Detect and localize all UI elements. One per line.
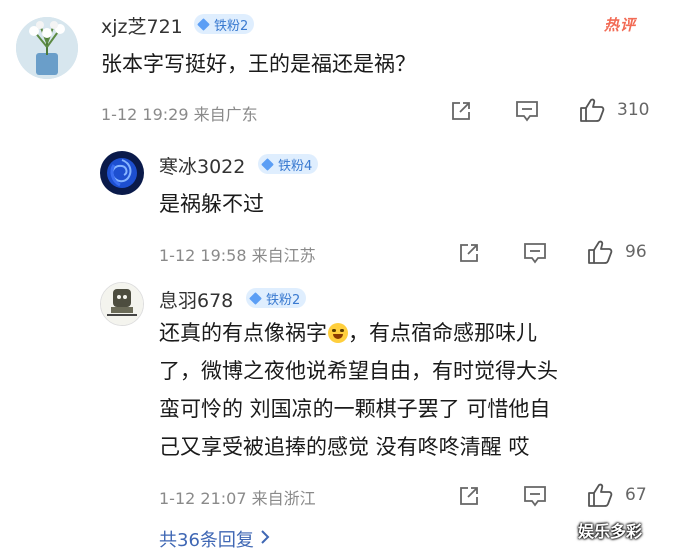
share-icon[interactable]: [457, 241, 481, 265]
like-icon[interactable]: [586, 239, 614, 265]
avatar[interactable]: [100, 151, 144, 195]
avatar[interactable]: [16, 17, 78, 79]
avatar[interactable]: [100, 282, 144, 326]
share-icon[interactable]: [457, 484, 481, 508]
fan-badge: 铁粉2: [194, 14, 255, 34]
chevron-right-icon: [260, 529, 270, 550]
like-count: 67: [625, 485, 647, 505]
reply-text: 是祸躲不过: [159, 192, 264, 216]
laugh-cry-emoji-icon: [328, 323, 348, 343]
time-location: 1-12 19:58 来自江苏: [159, 246, 316, 265]
more-replies-link[interactable]: 共36条回复: [159, 526, 270, 552]
fan-badge-label: 铁粉2: [214, 18, 249, 34]
fan-badge-label: 铁粉2: [266, 292, 301, 308]
fan-badge: 铁粉2: [246, 288, 307, 308]
reply-text: 还真的有点像祸字 ，有点宿命感那味儿: [159, 315, 537, 352]
like-icon[interactable]: [578, 97, 606, 123]
fan-badge: 铁粉4: [258, 154, 319, 174]
comment-icon[interactable]: [514, 99, 540, 123]
reply-text: 己又享受被追捧的感觉 没有咚咚清醒 哎: [159, 435, 530, 459]
username[interactable]: 寒冰3022: [159, 152, 245, 179]
reply-text: 了，微博之夜他说希望自由，有时觉得大头: [159, 359, 558, 383]
reply-text-segment: ，有点宿命感那味儿: [348, 321, 537, 345]
diamond-icon: [249, 291, 262, 305]
like-count: 96: [625, 242, 647, 262]
reply-text-segment: 还真的有点像祸字: [159, 321, 327, 345]
fan-badge-label: 铁粉4: [278, 158, 313, 174]
share-icon[interactable]: [449, 99, 473, 123]
username[interactable]: 息羽678: [159, 286, 233, 313]
diamond-icon: [261, 157, 274, 171]
comment-icon[interactable]: [522, 484, 548, 508]
time-location: 1-12 21:07 来自浙江: [159, 489, 316, 508]
reply-text: 蛮可怜的 刘国凉的一颗棋子罢了 可惜他自: [159, 397, 551, 421]
time-location: 1-12 19:29 来自广东: [101, 105, 258, 124]
more-replies-label: 共36条回复: [159, 530, 254, 551]
comment-text: 张本字写挺好，王的是福还是祸？: [101, 52, 416, 76]
like-count: 310: [617, 100, 650, 120]
like-icon[interactable]: [586, 482, 614, 508]
watermark: 娱乐多彩: [578, 522, 643, 541]
hot-comment-label: 热评: [604, 16, 637, 34]
username[interactable]: xjz芝721: [101, 12, 183, 39]
diamond-icon: [197, 17, 210, 31]
comment-icon[interactable]: [522, 241, 548, 265]
